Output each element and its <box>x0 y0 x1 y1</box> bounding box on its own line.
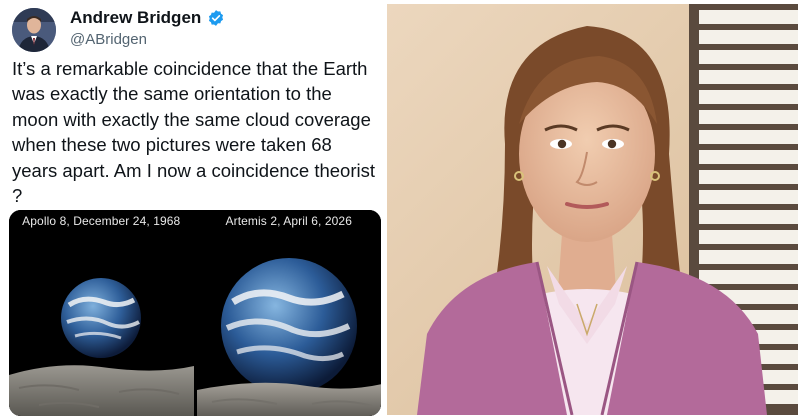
tweet-media-grid[interactable]: Apollo 8, December 24, 1968 Artemis 2, A… <box>9 210 381 416</box>
author-name[interactable]: Andrew Bridgen <box>70 8 201 28</box>
author-avatar[interactable] <box>12 8 56 52</box>
media-artemis2[interactable]: Artemis 2, April 6, 2026 <box>196 210 381 416</box>
meme-composite: Andrew Bridgen @ABridgen It’s a remarkab… <box>0 0 800 420</box>
tweet-body-text: It’s a remarkable coincidence that the E… <box>12 58 375 207</box>
media-caption-apollo8: Apollo 8, December 24, 1968 <box>22 214 181 228</box>
verified-badge-icon <box>209 10 224 26</box>
earthrise-image-1968 <box>9 210 194 416</box>
tweet-card: Andrew Bridgen @ABridgen It’s a remarkab… <box>0 0 384 420</box>
reaction-photo <box>387 4 798 415</box>
media-apollo8[interactable]: Apollo 8, December 24, 1968 <box>9 210 194 416</box>
reaction-image <box>387 4 798 415</box>
earthrise-image-2026 <box>196 210 381 416</box>
media-caption-artemis2: Artemis 2, April 6, 2026 <box>225 214 352 228</box>
author-handle[interactable]: @ABridgen <box>70 31 147 48</box>
author-name-row: Andrew Bridgen <box>70 8 225 28</box>
